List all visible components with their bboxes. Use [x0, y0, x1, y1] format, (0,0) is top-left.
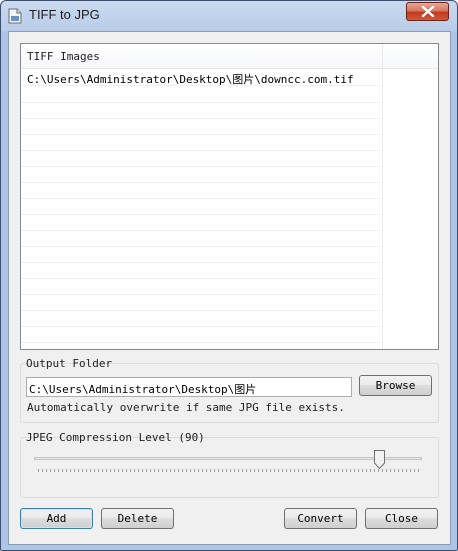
convert-button[interactable]: Convert [284, 508, 357, 529]
empty-row [21, 246, 382, 263]
output-folder-input[interactable]: C:\Users\Administrator\Desktop\图片 [26, 377, 352, 397]
app-icon [8, 8, 22, 24]
empty-row [21, 150, 382, 167]
empty-row [21, 134, 382, 151]
empty-row [21, 86, 382, 103]
empty-row [21, 166, 382, 183]
compression-slider-track[interactable] [34, 457, 422, 460]
output-folder-path: C:\Users\Administrator\Desktop\图片 [29, 383, 257, 396]
close-x-icon [421, 6, 435, 17]
empty-row [21, 262, 382, 279]
browse-button[interactable]: Browse [359, 375, 432, 396]
empty-row [21, 326, 382, 343]
column-divider [382, 44, 383, 349]
delete-button[interactable]: Delete [101, 508, 174, 529]
compression-level-label: JPEG Compression Level (90) [26, 431, 205, 444]
empty-row [21, 214, 382, 231]
empty-row [21, 182, 382, 199]
list-item[interactable]: C:\Users\Administrator\Desktop\图片\downcc… [21, 69, 382, 86]
empty-row [21, 198, 382, 215]
close-button[interactable]: Close [365, 508, 438, 529]
window-title: TIFF to JPG [29, 7, 100, 22]
overwrite-note: Automatically overwrite if same JPG file… [27, 401, 345, 414]
empty-row [21, 102, 382, 119]
tiff-images-list[interactable]: TIFF Images C:\Users\Administrator\Deskt… [20, 43, 439, 350]
empty-row [21, 294, 382, 311]
title-bar[interactable]: TIFF to JPG [1, 1, 457, 31]
list-column-header[interactable]: TIFF Images [21, 44, 438, 69]
compression-slider-thumb[interactable] [374, 450, 385, 470]
app-window: TIFF to JPG TIFF Images C:\Users\Adminis… [0, 0, 458, 551]
dialog-client-area: TIFF Images C:\Users\Administrator\Deskt… [8, 31, 451, 545]
list-item-path: C:\Users\Administrator\Desktop\图片\downcc… [27, 73, 354, 86]
slider-ticks [38, 469, 420, 472]
empty-row [21, 230, 382, 247]
add-button[interactable]: Add [20, 508, 93, 529]
empty-row [21, 118, 382, 135]
column-header-label: TIFF Images [27, 50, 100, 63]
empty-row [21, 310, 382, 327]
output-folder-label: Output Folder [26, 357, 113, 370]
window-close-button[interactable] [406, 2, 449, 21]
empty-row [21, 278, 382, 295]
